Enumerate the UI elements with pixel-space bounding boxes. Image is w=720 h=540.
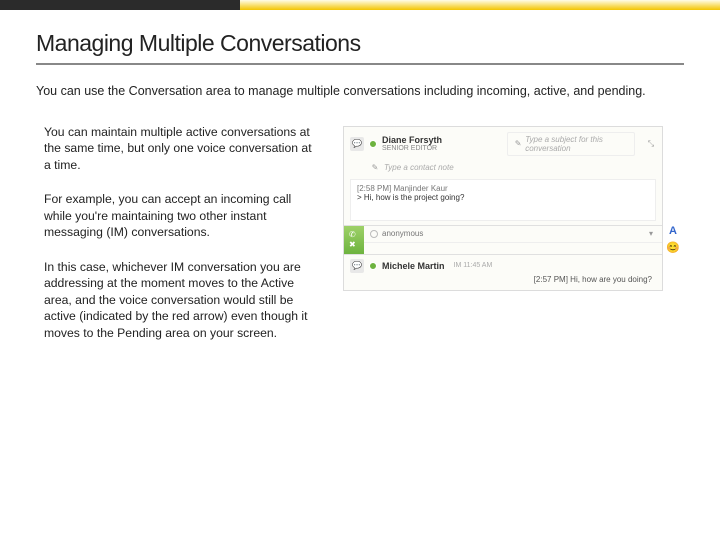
message-meta: [2:58 PM] Manjinder Kaur xyxy=(357,184,649,193)
intro-text: You can use the Conversation area to man… xyxy=(36,83,684,100)
contact-role: SENIOR EDITOR xyxy=(382,145,496,152)
message-preview: [2:57 PM] Hi, how are you doing? xyxy=(534,275,652,284)
presence-available-icon xyxy=(369,262,377,270)
paragraph: For example, you can accept an incoming … xyxy=(44,191,321,240)
chevron-down-icon[interactable]: ▾ xyxy=(646,229,656,239)
pending-voice-conversation: ✆ ✖ anonymous ▾ xyxy=(344,226,662,255)
accent-dark xyxy=(0,0,240,10)
pencil-icon: ✎ xyxy=(514,139,522,149)
subject-placeholder: Type a subject for this conversation xyxy=(525,135,628,153)
chat-bubble-icon: 💬 xyxy=(350,137,364,151)
chat-bubble-icon: 💬 xyxy=(350,259,364,273)
expand-icon[interactable]: ⤡ xyxy=(646,139,656,149)
note-placeholder: Type a contact note xyxy=(384,163,454,172)
message-text: > Hi, how is the project going? xyxy=(357,193,649,202)
header-accent-bar xyxy=(0,0,720,10)
conversation-app-screenshot: 💬 Diane Forsyth SENIOR EDITOR ✎ Type a s… xyxy=(343,126,663,291)
page-title: Managing Multiple Conversations xyxy=(36,30,684,57)
active-conversation-panel: 💬 Diane Forsyth SENIOR EDITOR ✎ Type a s… xyxy=(344,127,662,226)
title-underline xyxy=(36,63,684,65)
hangup-icon: ✖ xyxy=(349,240,359,250)
time-label-faded: IM 11:45 AM xyxy=(454,262,493,269)
message-area: [2:58 PM] Manjinder Kaur > Hi, how is th… xyxy=(350,179,656,221)
anonymous-label: anonymous xyxy=(382,229,423,238)
format-toolbar: A 😊 xyxy=(666,224,680,255)
body-text-column: You can maintain multiple active convers… xyxy=(36,124,321,359)
presence-available-icon xyxy=(369,140,377,148)
font-icon[interactable]: A xyxy=(666,224,680,238)
presence-unknown-icon xyxy=(370,230,378,238)
paragraph: In this case, whichever IM conversation … xyxy=(44,259,321,341)
emoji-icon[interactable]: 😊 xyxy=(666,241,680,255)
contact-name: Michele Martin xyxy=(382,261,445,271)
pending-im-conversation: 💬 Michele Martin IM 11:45 AM [2:57 PM] H… xyxy=(344,255,662,290)
phone-icon: ✆ xyxy=(349,230,359,240)
voice-call-tab[interactable]: ✆ ✖ xyxy=(344,226,364,254)
contact-name: Diane Forsyth xyxy=(382,135,496,145)
subject-input[interactable]: ✎ Type a subject for this conversation xyxy=(507,132,635,156)
note-icon: ✎ xyxy=(370,163,380,173)
accent-yellow xyxy=(240,0,720,10)
paragraph: You can maintain multiple active convers… xyxy=(44,124,321,173)
